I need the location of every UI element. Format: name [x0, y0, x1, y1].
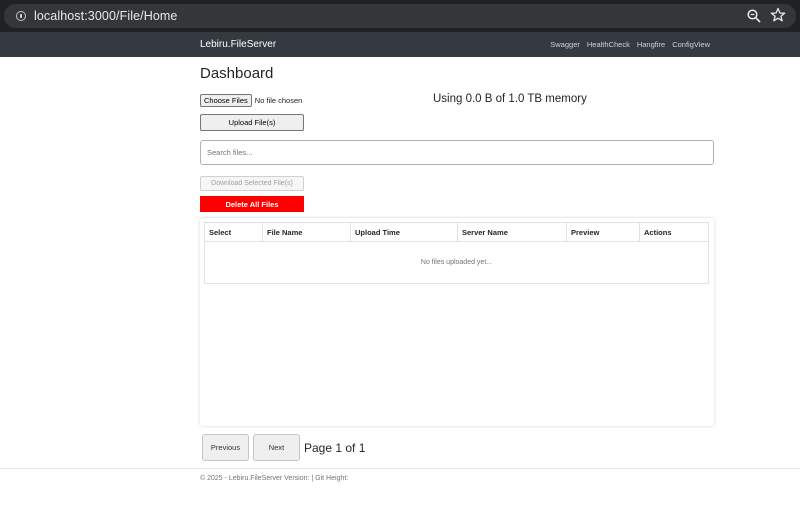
next-page-button[interactable]: Next [253, 434, 300, 461]
column-header-preview: Preview [566, 222, 640, 242]
page-title: Dashboard [200, 65, 274, 82]
nav-link-healthcheck[interactable]: HealthCheck [587, 40, 630, 49]
upload-files-button[interactable]: Upload File(s) [200, 114, 304, 131]
files-table: Select File Name Upload Time Server Name… [204, 222, 709, 284]
column-header-server-name: Server Name [457, 222, 567, 242]
nav-link-configview[interactable]: ConfigView [672, 40, 710, 49]
empty-table-message: No files uploaded yet... [204, 241, 709, 284]
delete-all-button[interactable]: Delete All Files [200, 196, 304, 212]
nav-links: Swagger HealthCheck Hangfire ConfigView [550, 40, 710, 49]
page-indicator: Page 1 of 1 [304, 440, 366, 455]
search-input[interactable] [200, 140, 714, 165]
previous-page-button[interactable]: Previous [202, 434, 249, 461]
file-picker: Choose Files No file chosen [200, 94, 302, 107]
zoom-icon[interactable] [746, 8, 762, 24]
no-file-label: No file chosen [254, 96, 303, 105]
files-table-card: Select File Name Upload Time Server Name… [200, 218, 714, 426]
browser-toolbar: localhost:3000/File/Home [0, 0, 800, 32]
memory-usage-text: Using 0.0 B of 1.0 TB memory [433, 93, 587, 105]
address-bar[interactable]: localhost:3000/File/Home [4, 4, 796, 28]
nav-link-hangfire[interactable]: Hangfire [637, 40, 665, 49]
star-icon[interactable] [770, 7, 786, 23]
table-header-row: Select File Name Upload Time Server Name… [204, 222, 709, 242]
brand-link[interactable]: Lebiru.FileServer [200, 39, 276, 50]
nav-link-swagger[interactable]: Swagger [550, 40, 580, 49]
column-header-file-name: File Name [262, 222, 351, 242]
column-header-select: Select [204, 222, 263, 242]
footer-text: © 2025 - Lebiru.FileServer Version: | Gi… [200, 475, 349, 482]
url-text[interactable]: localhost:3000/File/Home [34, 9, 177, 23]
footer-divider [0, 468, 800, 469]
table-row: No files uploaded yet... [204, 241, 709, 284]
choose-files-button[interactable]: Choose Files [200, 94, 252, 107]
top-navbar: Lebiru.FileServer Swagger HealthCheck Ha… [0, 32, 800, 57]
download-selected-button[interactable]: Download Selected File(s) [200, 176, 304, 191]
info-icon[interactable] [16, 11, 26, 21]
column-header-upload-time: Upload Time [350, 222, 458, 242]
column-header-actions: Actions [639, 222, 709, 242]
pagination: Previous Next Page 1 of 1 [202, 434, 365, 461]
